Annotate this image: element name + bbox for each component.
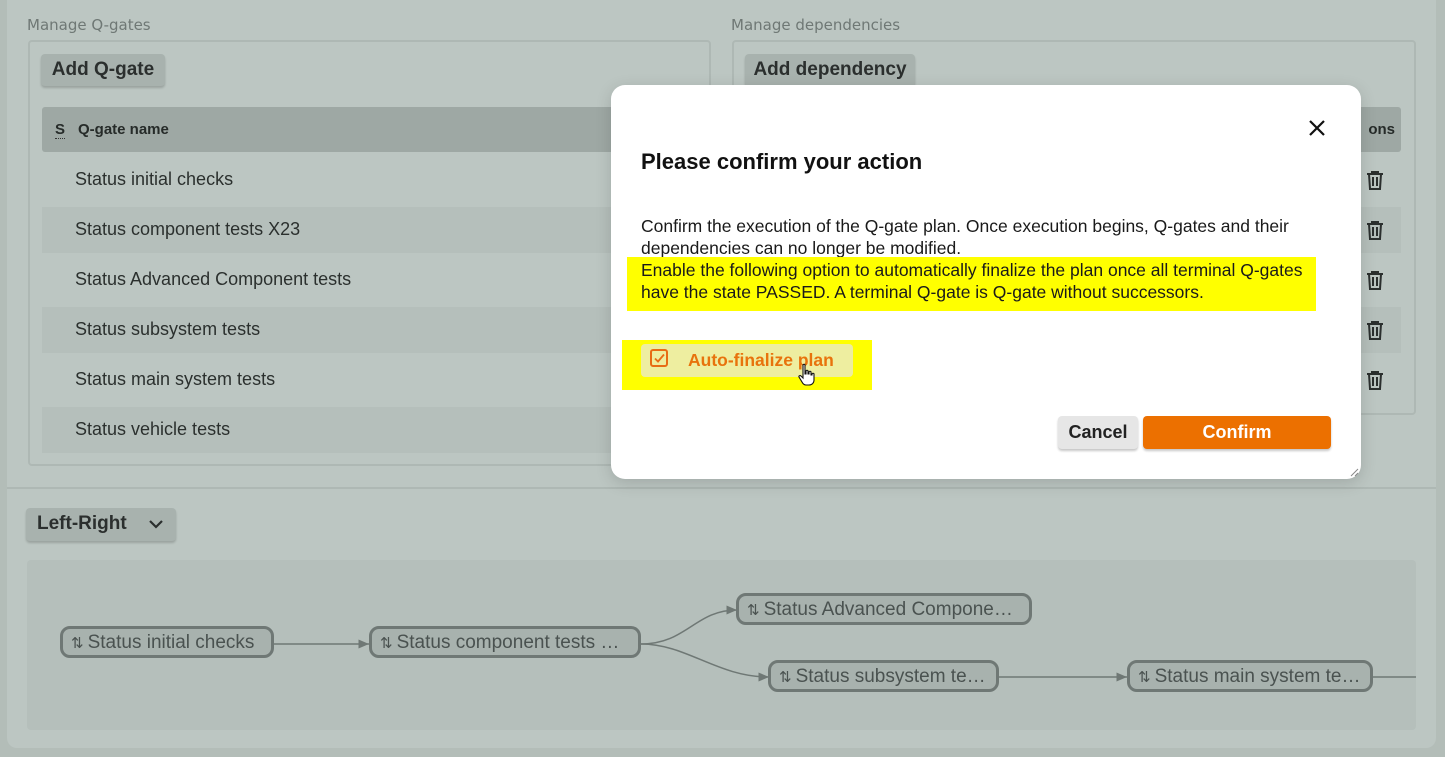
chevron-down-icon [149,520,163,529]
resize-grip-icon[interactable] [1349,467,1359,477]
qgates-section-label: Manage Q-gates [27,16,151,34]
sort-arrows-icon: ⇅ [380,635,393,652]
graph-node[interactable]: ⇅ Status Advanced Component tests [736,593,1032,625]
confirm-dialog: Please confirm your action Confirm the e… [611,85,1361,479]
table-row[interactable]: Status vehicle tests [42,407,692,453]
add-dependency-button[interactable]: Add dependency [745,54,915,86]
checkbox-box[interactable] [650,349,668,367]
table-row[interactable]: Status subsystem tests [42,307,692,353]
section-divider [7,487,1436,489]
sort-arrows-icon: ⇅ [71,635,84,652]
auto-finalize-checkbox[interactable]: Auto-finalize plan [641,344,853,377]
trash-icon[interactable] [1364,369,1386,391]
qgate-name: Status Advanced Component tests [75,269,352,289]
dialog-title: Please confirm your action [641,149,923,174]
graph-node[interactable]: ⇅ Status initial checks [60,626,274,658]
checkbox-highlight: Auto-finalize plan [622,340,872,390]
table-row[interactable]: Status Advanced Component tests [42,257,692,303]
trash-icon[interactable] [1364,319,1386,341]
graph-node[interactable]: ⇅ Status component tests X23 [369,626,641,658]
graph-edge [640,643,770,682]
sort-arrows-icon: ⇅ [1138,669,1151,686]
dependencies-section-label: Manage dependencies [731,16,901,34]
qgate-name: Status component tests X23 [75,219,301,239]
graph-node[interactable]: ⇅ Status main system tests [1127,660,1373,692]
graph-edge [640,605,738,645]
trash-icon[interactable] [1364,169,1386,191]
sort-arrows-icon: ⇅ [779,669,792,686]
trash-icon[interactable] [1364,269,1386,291]
sort-arrows-icon: ⇅ [747,602,760,619]
table-row[interactable]: Status initial checks [42,157,692,203]
qgate-name: Status main system tests [75,369,276,389]
dialog-highlighted-message: Enable the following option to automatic… [627,257,1316,311]
trash-icon[interactable] [1364,219,1386,241]
name-column-header[interactable]: Q-gate name [78,121,169,138]
dependency-graph[interactable]: ⇅ Status initial checks ⇅ Status component… [27,560,1416,730]
status-column-header[interactable]: S [55,121,66,139]
qgate-name: Status vehicle tests [75,419,231,439]
qgates-table-header: S Q-gate name [42,107,692,152]
qgate-name: Status subsystem tests [75,319,261,339]
hand-pointer-icon [798,363,815,386]
graph-node[interactable]: ⇅ Status subsystem tests [768,660,999,692]
qgate-name: Status initial checks [75,169,234,189]
table-row[interactable]: Status main system tests [42,357,692,403]
confirm-button[interactable]: Confirm [1143,416,1331,449]
checkmark-icon [654,353,665,363]
dropdown-selected-value: Left-Right [37,513,127,534]
cancel-button[interactable]: Cancel [1058,416,1138,449]
layout-direction-dropdown[interactable]: Left-Right [26,508,176,541]
dialog-message: Confirm the execution of the Q-gate plan… [641,216,1289,258]
table-row[interactable]: Status component tests X23 [42,207,692,253]
add-qgate-button[interactable]: Add Q-gate [41,54,165,86]
close-icon[interactable] [1307,118,1327,138]
